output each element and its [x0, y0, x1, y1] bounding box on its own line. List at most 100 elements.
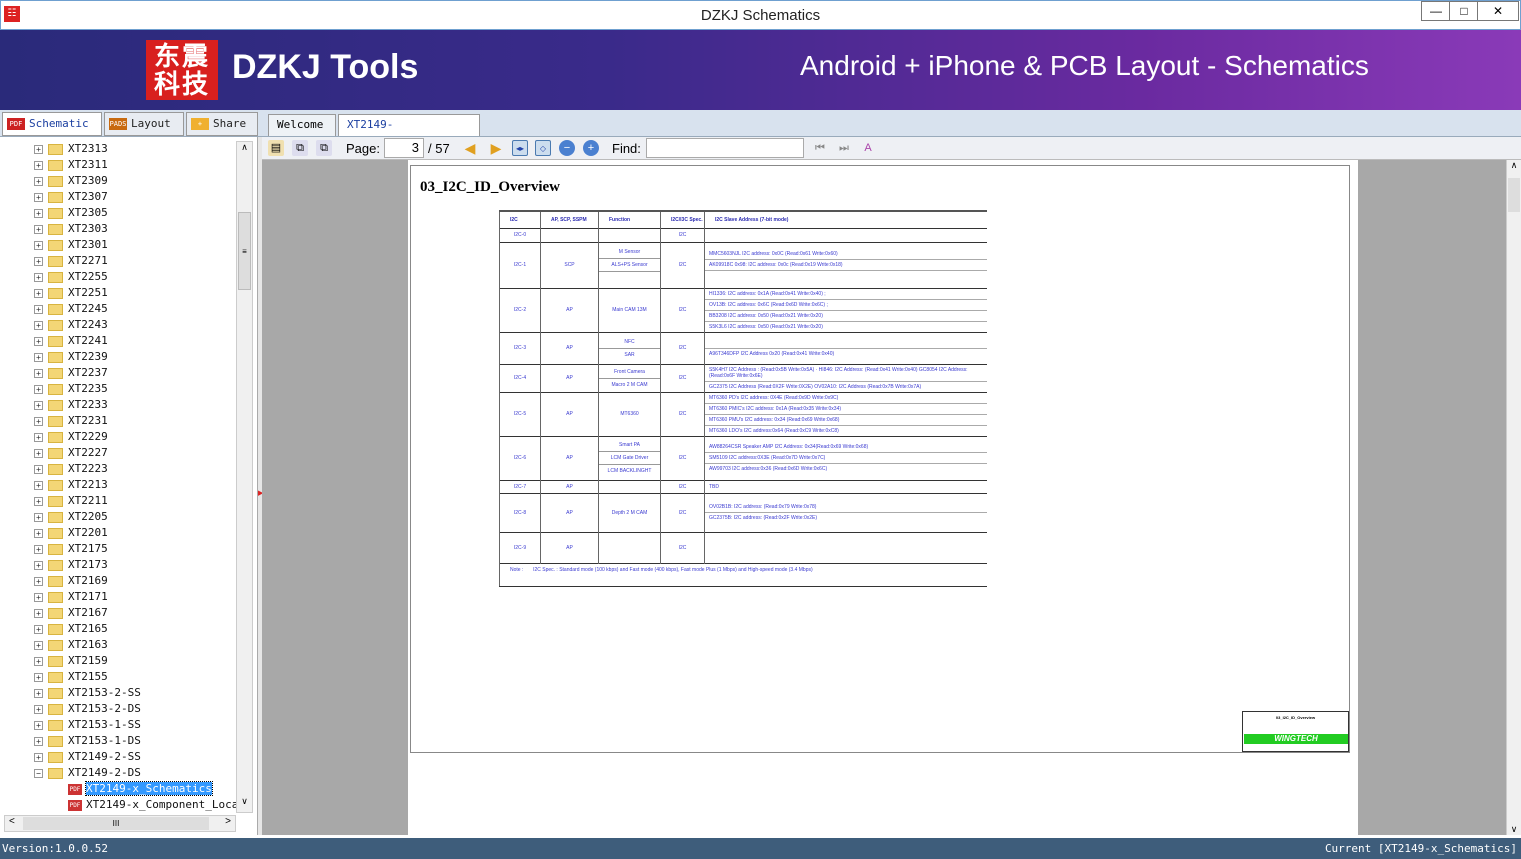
expand-icon[interactable]: +: [34, 544, 43, 554]
tab-layout[interactable]: PADS Layout: [104, 112, 184, 136]
zoom-out-icon[interactable]: −: [559, 140, 575, 156]
tree-item[interactable]: + XT2271: [34, 253, 108, 269]
expand-icon[interactable]: +: [34, 288, 43, 298]
scroll-right-icon[interactable]: >: [225, 816, 231, 827]
expand-icon[interactable]: +: [34, 736, 43, 746]
expand-icon[interactable]: +: [34, 256, 43, 266]
tree-item[interactable]: + XT2245: [34, 301, 108, 317]
expand-icon[interactable]: +: [34, 400, 43, 410]
expand-icon[interactable]: +: [34, 176, 43, 186]
tree-item[interactable]: + XT2309: [34, 173, 108, 189]
tree-item[interactable]: + XT2173: [34, 557, 108, 573]
expand-icon[interactable]: +: [34, 304, 43, 314]
tree-item[interactable]: + XT2149-2-SS: [34, 749, 141, 765]
tree-item[interactable]: + XT2165: [34, 621, 108, 637]
find-input[interactable]: [646, 138, 804, 158]
scroll-up-icon[interactable]: ∧: [237, 142, 252, 158]
expand-icon[interactable]: +: [34, 480, 43, 490]
expand-icon[interactable]: +: [34, 560, 43, 570]
tree-item[interactable]: + XT2163: [34, 637, 108, 653]
expand-icon[interactable]: +: [34, 672, 43, 682]
tree-item[interactable]: + XT2171: [34, 589, 108, 605]
tree-item[interactable]: + XT2239: [34, 349, 108, 365]
expand-icon[interactable]: +: [34, 608, 43, 618]
tab-welcome[interactable]: Welcome: [268, 114, 336, 136]
scroll-up-icon[interactable]: ∧: [1507, 160, 1521, 171]
scroll-thumb[interactable]: [1508, 178, 1520, 212]
scroll-left-icon[interactable]: <: [9, 816, 15, 827]
expand-icon[interactable]: +: [34, 416, 43, 426]
tree-item[interactable]: + XT2229: [34, 429, 108, 445]
tree-item[interactable]: + XT2255: [34, 269, 108, 285]
tree-item[interactable]: + XT2155: [34, 669, 108, 685]
tree-item[interactable]: + XT2243: [34, 317, 108, 333]
tree-item[interactable]: + XT2303: [34, 221, 108, 237]
scroll-down-icon[interactable]: ∨: [237, 796, 252, 812]
tree-item[interactable]: + XT2237: [34, 365, 108, 381]
expand-icon[interactable]: +: [34, 368, 43, 378]
expand-icon[interactable]: +: [34, 512, 43, 522]
scroll-thumb[interactable]: ≡: [238, 212, 251, 290]
tree-item[interactable]: + XT2305: [34, 205, 108, 221]
tree-item[interactable]: + XT2233: [34, 397, 108, 413]
expand-icon[interactable]: +: [34, 240, 43, 250]
expand-icon[interactable]: +: [34, 592, 43, 602]
tree-item[interactable]: + XT2301: [34, 237, 108, 253]
next-page-icon[interactable]: ▶: [488, 140, 504, 156]
scroll-thumb[interactable]: III: [23, 817, 209, 830]
tree-item[interactable]: + XT2159: [34, 653, 108, 669]
tree-item[interactable]: + XT2201: [34, 525, 108, 541]
tree-item[interactable]: + XT2235: [34, 381, 108, 397]
expand-icon[interactable]: +: [34, 464, 43, 474]
tree-horizontal-scrollbar[interactable]: < III >: [4, 815, 236, 832]
zoom-in-icon[interactable]: +: [583, 140, 599, 156]
find-previous-icon[interactable]: ⏮: [812, 140, 828, 156]
prev-page-icon[interactable]: ◀: [462, 140, 478, 156]
expand-icon[interactable]: +: [34, 384, 43, 394]
expand-icon[interactable]: +: [34, 448, 43, 458]
tree-item[interactable]: + XT2311: [34, 157, 108, 173]
expand-icon[interactable]: +: [34, 192, 43, 202]
tree-item[interactable]: + XT2227: [34, 445, 108, 461]
expand-icon[interactable]: +: [34, 720, 43, 730]
maximize-button[interactable]: □: [1449, 1, 1479, 21]
find-next-icon[interactable]: ⏭: [836, 140, 852, 156]
minimize-button[interactable]: —: [1421, 1, 1451, 21]
tree-item[interactable]: + XT2167: [34, 605, 108, 621]
expand-icon[interactable]: +: [34, 528, 43, 538]
tree-item[interactable]: + XT2153-1-SS: [34, 717, 141, 733]
expand-icon[interactable]: +: [34, 752, 43, 762]
expand-icon[interactable]: +: [34, 336, 43, 346]
tree-item[interactable]: + XT2153-2-DS: [34, 701, 141, 717]
tree-item[interactable]: + XT2231: [34, 413, 108, 429]
tree-item[interactable]: + XT2175: [34, 541, 108, 557]
tree-item[interactable]: + XT2223: [34, 461, 108, 477]
tree-file[interactable]: PDF XT2149-x_Component_Locati: [68, 797, 252, 813]
tree-item[interactable]: + XT2205: [34, 509, 108, 525]
scroll-down-icon[interactable]: ∨: [1507, 824, 1521, 835]
tree-item[interactable]: + XT2241: [34, 333, 108, 349]
tree-item[interactable]: + XT2211: [34, 493, 108, 509]
tree-item[interactable]: + XT2251: [34, 285, 108, 301]
close-button[interactable]: ✕: [1477, 1, 1519, 21]
expand-icon[interactable]: +: [34, 704, 43, 714]
expand-icon[interactable]: +: [34, 352, 43, 362]
tree-item[interactable]: + XT2213: [34, 477, 108, 493]
fit-width-icon[interactable]: ◂▸: [512, 140, 528, 156]
expand-icon[interactable]: +: [34, 496, 43, 506]
tree-item[interactable]: + XT2169: [34, 573, 108, 589]
expand-icon[interactable]: +: [34, 640, 43, 650]
tree-item[interactable]: + XT2153-2-SS: [34, 685, 141, 701]
fit-page-icon[interactable]: ◇: [535, 140, 551, 156]
page-input[interactable]: 3: [384, 138, 424, 158]
collapse-icon[interactable]: −: [34, 768, 43, 778]
expand-icon[interactable]: +: [34, 688, 43, 698]
tree-vertical-scrollbar[interactable]: ∧ ≡ ∨: [236, 141, 253, 813]
expand-icon[interactable]: +: [34, 144, 43, 154]
expand-icon[interactable]: +: [34, 208, 43, 218]
next-doc-icon[interactable]: ⧉: [316, 140, 332, 156]
tree-item[interactable]: + XT2313: [34, 141, 108, 157]
tree-item[interactable]: + XT2307: [34, 189, 108, 205]
tree-item[interactable]: − XT2149-2-DS: [34, 765, 141, 781]
prev-doc-icon[interactable]: ⧉: [292, 140, 308, 156]
